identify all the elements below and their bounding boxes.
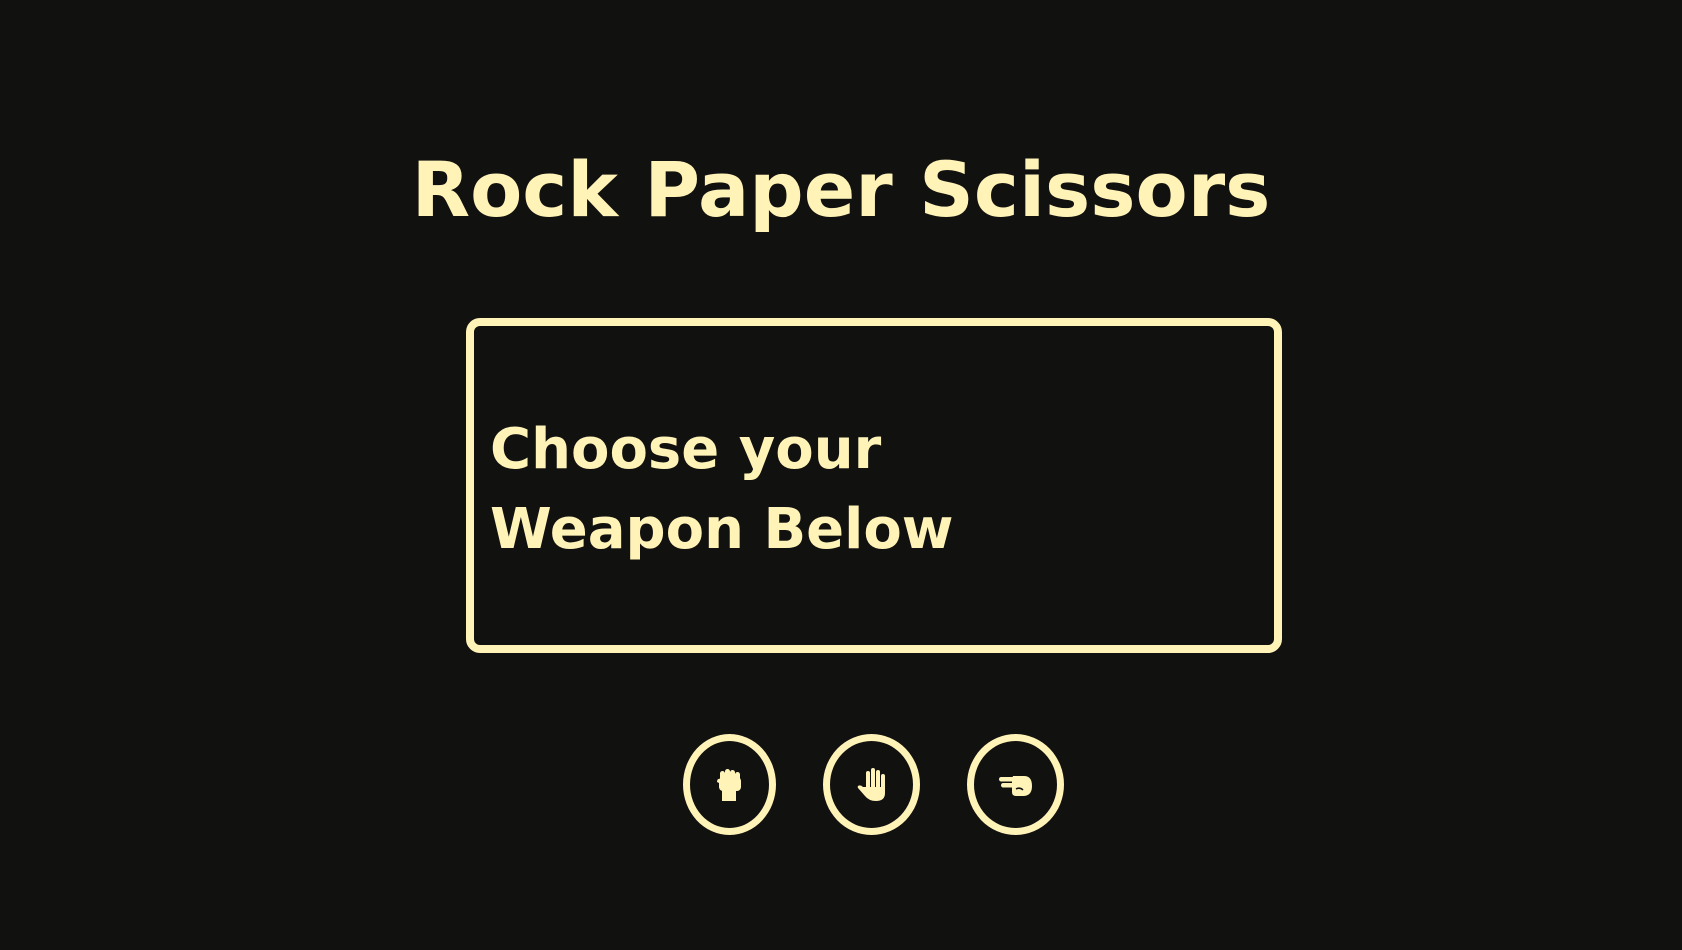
game-message: Choose your Weapon Below bbox=[490, 417, 954, 562]
rock-fist-icon bbox=[715, 768, 745, 802]
scissors-hand-icon bbox=[998, 771, 1034, 799]
scissors-button[interactable] bbox=[967, 734, 1064, 835]
rock-button[interactable] bbox=[683, 734, 776, 835]
paper-button[interactable] bbox=[823, 734, 920, 835]
message-panel: Choose your Weapon Below bbox=[466, 318, 1282, 653]
game-title: Rock Paper Scissors bbox=[411, 145, 1271, 234]
paper-hand-icon bbox=[855, 767, 889, 803]
